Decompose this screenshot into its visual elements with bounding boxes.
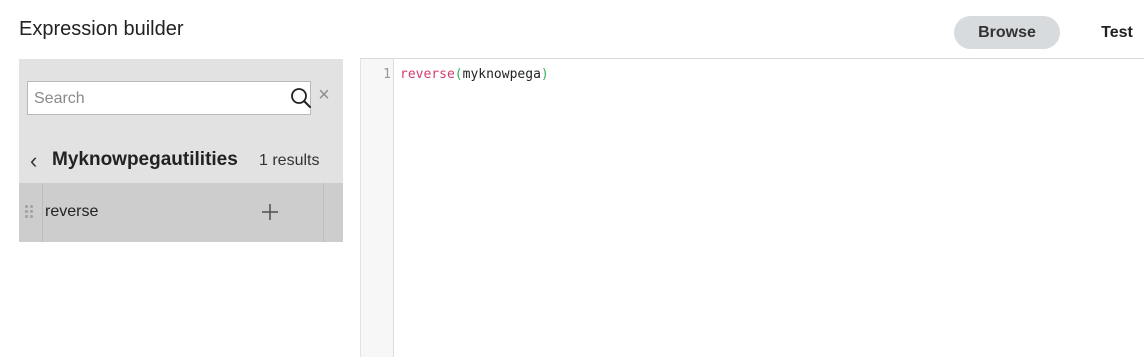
category-title: Myknowpegautilities: [52, 149, 238, 170]
drag-handle-icon[interactable]: [25, 205, 35, 221]
paren-token: ): [540, 67, 549, 82]
line-gutter: 1: [361, 59, 394, 357]
page-title: Expression builder: [19, 18, 184, 40]
chevron-left-icon[interactable]: ‹: [30, 150, 44, 172]
list-item-label: reverse: [45, 203, 99, 220]
list-item[interactable]: reverse: [19, 183, 343, 242]
test-button[interactable]: Test: [1090, 16, 1144, 49]
row-divider: [323, 183, 324, 242]
search-input[interactable]: [32, 82, 286, 116]
expression-editor[interactable]: 1 reverse(myknowpega): [360, 59, 1144, 357]
plus-icon[interactable]: [259, 201, 281, 223]
function-token: reverse: [400, 67, 455, 82]
results-count: 1 results: [259, 152, 320, 169]
argument-token: myknowpega: [462, 67, 541, 82]
paren-token: (: [454, 67, 463, 82]
code-line[interactable]: reverse(myknowpega): [400, 67, 549, 82]
line-number: 1: [383, 67, 391, 82]
browse-button[interactable]: Browse: [954, 16, 1060, 49]
search-icon[interactable]: [289, 86, 313, 110]
close-icon[interactable]: ×: [315, 84, 333, 106]
search-field[interactable]: [27, 81, 311, 116]
row-divider: [42, 183, 43, 242]
